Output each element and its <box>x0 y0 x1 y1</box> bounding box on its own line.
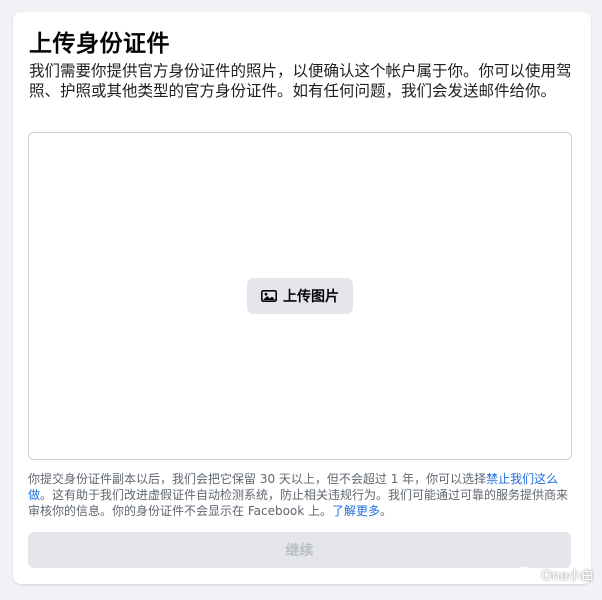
retention-notice: 你提交身份证件副本以后，我们会把它保留 30 天以上，但不会超过 1 年，你可以… <box>28 471 573 519</box>
notice-text-1: 你提交身份证件副本以后，我们会把它保留 30 天以上，但不会超过 1 年，你可以… <box>28 472 487 486</box>
upload-image-button[interactable]: 上传图片 <box>247 278 353 314</box>
notice-text-2: 。这有助于我们改进虚假证件自动检测系统，防止相关违规行为。我们可能通过可靠的服务… <box>28 488 569 518</box>
notice-text-3: 。 <box>380 504 393 518</box>
continue-button-label: 继续 <box>285 543 314 559</box>
dialog-title: 上传身份证件 <box>29 31 170 57</box>
identity-upload-dialog: 上传身份证件 我们需要你提供官方身份证件的照片，以便确认这个帐户属于你。你可以使… <box>13 12 591 584</box>
dialog-description: 我们需要你提供官方身份证件的照片，以便确认这个帐户属于你。你可以使用驾照、护照或… <box>29 62 572 100</box>
wechat-icon <box>515 566 538 584</box>
watermark-text: One小白 <box>541 569 594 584</box>
watermark: One小白 <box>515 565 594 584</box>
upload-drop-area[interactable]: 上传图片 <box>28 132 572 460</box>
upload-image-label: 上传图片 <box>283 289 339 305</box>
learn-more-link[interactable]: 了解更多 <box>332 504 380 518</box>
image-icon <box>261 289 277 303</box>
continue-button[interactable]: 继续 <box>28 532 571 568</box>
